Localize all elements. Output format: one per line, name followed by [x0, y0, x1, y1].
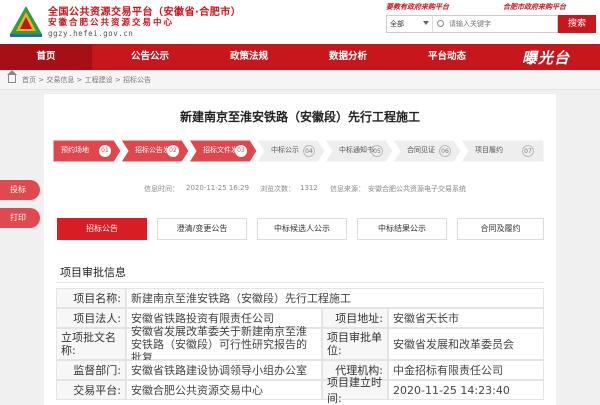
info-value: 新建南京至淮安铁路（安徽段）先行工程施工 — [126, 288, 544, 308]
progress-step: 中标通知书 05 — [325, 140, 393, 162]
site-logo-icon[interactable] — [8, 4, 44, 38]
breadcrumb: 首页 > 交易信息 > 工程建设 > 招标公告 — [0, 70, 600, 90]
site-header: 全国公共资源交易平台（安徽省·合肥市） 安徽合肥公共资源交易中心 ggzy.he… — [0, 0, 600, 44]
search-icon — [437, 20, 444, 27]
info-value: 2020-11-25 14:23:40 — [388, 380, 544, 400]
nav-item-notices[interactable]: 公告公示 — [104, 44, 196, 70]
step-number: 01 — [99, 145, 111, 157]
tab-results[interactable]: 中标结果公示 — [357, 218, 447, 240]
search-box: 全部 — [386, 15, 558, 33]
nav-item-news[interactable]: 平台动态 — [401, 44, 493, 70]
section-divider — [56, 282, 544, 283]
info-label: 项目名称: — [56, 288, 126, 308]
info-value: 安徽合肥公共资源交易中心 — [126, 380, 322, 400]
site-domain: ggzy.hefei.gov.cn — [48, 29, 134, 38]
step-number: 05 — [371, 145, 383, 157]
progress-step: 合同见证 06 — [393, 140, 461, 162]
nav-item-policies[interactable]: 政策法规 — [203, 44, 295, 70]
step-label: 中标公示 — [271, 146, 299, 154]
step-number: 02 — [167, 145, 179, 157]
meta-views: 1312 — [300, 184, 318, 192]
print-side-button[interactable]: 打印 — [0, 208, 40, 228]
bid-side-button[interactable]: 投标 — [0, 180, 40, 200]
search-category-select[interactable]: 全部 — [387, 16, 433, 32]
meta-source: 安徽合肥公共资源电子交易系统 — [368, 185, 466, 193]
meta-source-label: 信息来源： — [330, 185, 365, 193]
info-value: 安徽省发展改革委关于新建南京至淮安铁路（安徽段）可行性研究报告的批复 — [126, 325, 322, 364]
page-title: 新建南京至淮安铁路（安徽段）先行工程施工 — [179, 110, 420, 124]
step-number: 03 — [235, 145, 247, 157]
breadcrumb-path[interactable]: 首页 > 交易信息 > 工程建设 > 招标公告 — [22, 75, 151, 85]
exposure-platform-logo[interactable]: 曝光台 — [522, 47, 570, 68]
info-value: 安徽省天长市 — [388, 308, 544, 328]
info-label: 项目建立时间: — [322, 376, 388, 405]
progress-step: 中标公示 04 — [257, 140, 325, 162]
nav-item-home[interactable]: 首页 — [0, 44, 92, 70]
step-label: 项目履约 — [475, 146, 503, 154]
meta-views-label: 浏览次数： — [260, 185, 295, 193]
meta-time-label: 信息时间： — [144, 185, 179, 193]
info-value: 安徽省铁路建设协调领导小组办公室 — [126, 360, 322, 380]
search-input[interactable] — [449, 17, 557, 31]
progress-step: 招标公告发布 02 — [121, 140, 189, 162]
search-button[interactable]: 搜索 — [558, 15, 596, 33]
meta-time: 2020-11-25 16:29 — [186, 184, 250, 192]
progress-step: 招标文件发布 03 — [189, 140, 257, 162]
info-value: 安徽省发展和改革委员会 — [388, 328, 544, 360]
nav-item-data[interactable]: 数据分析 — [302, 44, 394, 70]
progress-step: 预约场地 01 — [53, 140, 121, 162]
info-label: 项目地址: — [322, 308, 388, 328]
step-label: 合同见证 — [407, 146, 435, 154]
slogan-left[interactable]: 要教有政府来购平台 — [386, 2, 449, 12]
info-label: 监督部门: — [56, 360, 126, 380]
step-number: 07 — [522, 145, 534, 157]
step-label: 预约场地 — [61, 146, 89, 154]
tab-candidates[interactable]: 中标候选人公示 — [257, 218, 347, 240]
info-label: 项目审批单位: — [322, 328, 388, 360]
tab-clarification[interactable]: 澄清/变更公告 — [157, 218, 247, 240]
slogan-right[interactable]: 合肥市政府来购平台 — [503, 2, 566, 12]
search-category-label: 全部 — [390, 20, 404, 28]
step-label: 中标通知书 — [339, 146, 374, 154]
info-label: 交易平台: — [56, 380, 126, 400]
step-number: 04 — [303, 145, 315, 157]
main-nav: 首页 公告公示 政策法规 数据分析 平台动态 曝光台 — [0, 44, 600, 70]
section-title: 项目审批信息 — [60, 266, 126, 279]
site-subtitle: 安徽合肥公共资源交易中心 — [48, 18, 175, 28]
step-number: 06 — [439, 145, 451, 157]
info-label: 立项批文名称: — [56, 328, 126, 360]
tab-contract[interactable]: 合同及履约 — [457, 218, 544, 240]
home-icon — [7, 70, 17, 83]
progress-step: 项目履约 07 — [461, 140, 544, 162]
info-value: 中金招标有限责任公司 — [388, 360, 544, 380]
chevron-down-icon — [423, 21, 429, 25]
tab-tender-notice[interactable]: 招标公告 — [57, 218, 147, 240]
info-label: 项目法人: — [56, 308, 126, 328]
